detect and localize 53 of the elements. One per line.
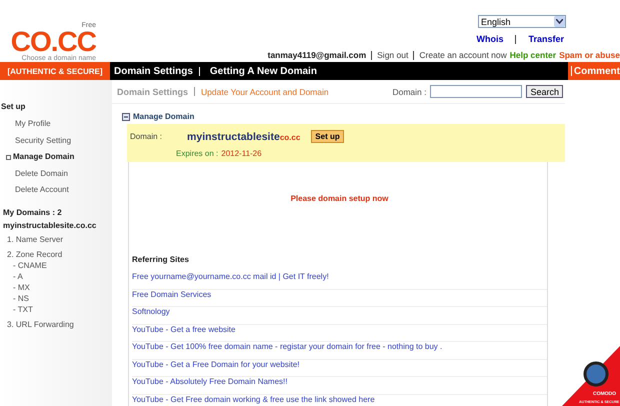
account-link[interactable]: Help center (510, 50, 556, 60)
tree-item[interactable]: 1. Name Server (0, 234, 112, 244)
comment-button[interactable]: Comment (568, 62, 620, 80)
sidebar-item[interactable]: Manage Domain (0, 152, 112, 168)
referring-link[interactable]: YouTube - Get a free website (132, 324, 547, 342)
referring-link[interactable]: Free yourname@yourname.co.cc mail id | Get IT freely! (132, 272, 547, 290)
account-link[interactable]: Sign out (377, 50, 408, 60)
user-email: tanmay4119@gmail.com (268, 50, 366, 60)
domains-count: My Domains : 2 (3, 208, 63, 216)
referring-link[interactable]: Softnology (132, 307, 547, 324)
domain-name: myinstructablesiteco.cc (187, 130, 300, 142)
bullet-icon (6, 155, 11, 160)
logo[interactable]: CO.CC (10, 29, 96, 55)
referring-link[interactable]: YouTube - Get a Free Domain for your website! (132, 360, 547, 377)
language-select[interactable]: English (478, 15, 566, 28)
setup-notice: Please domain setup now (290, 194, 388, 203)
account-link[interactable]: Create an account now (419, 50, 507, 60)
sidebar-item[interactable]: My Profile (0, 119, 112, 136)
tree-item[interactable]: 3. URL Forwarding (0, 318, 112, 330)
tree-item[interactable]: - MX (0, 282, 112, 292)
expires-date: 2012-11-26 (221, 149, 262, 158)
sidebar-heading: Set up (1, 102, 26, 111)
referring-link[interactable]: Free Domain Services (132, 290, 547, 307)
page-subtitle: Update Your Account and Domain (201, 86, 329, 96)
tree-item[interactable]: - CNAME (0, 260, 112, 270)
top-link[interactable]: Whois (476, 34, 504, 44)
account-link[interactable]: Spam or abuse (559, 50, 620, 60)
referring-link[interactable]: YouTube - Get 100% free domain name - registar your domain for free - nothing to buy . (132, 342, 547, 360)
sidebar-item[interactable]: Delete Account (0, 185, 112, 202)
setup-button[interactable]: Set up (311, 130, 344, 143)
secure-badge: [AUTHENTIC & SECURE] (0, 62, 110, 80)
page-title: Domain Settings (117, 86, 188, 96)
top-link[interactable]: Transfer (528, 34, 564, 44)
dropdown-arrow-icon (554, 16, 565, 27)
nav-link[interactable]: Getting A New Domain (210, 66, 317, 76)
tree-item[interactable]: 2. Zone Record (0, 248, 112, 260)
domain-title: myinstructablesite.co.cc (3, 220, 98, 230)
tree-item[interactable]: - A (0, 270, 112, 282)
referring-link[interactable]: YouTube - Absolutely Free Domain Names!! (132, 377, 547, 394)
domain-search-field[interactable] (430, 85, 522, 98)
tree-item[interactable]: - NS (0, 292, 112, 304)
tree-item[interactable]: - TXT (0, 304, 112, 314)
sidebar-item[interactable]: Delete Domain (0, 168, 112, 185)
section-title: Manage Domain (133, 112, 194, 121)
search-button[interactable]: Search (526, 85, 563, 98)
referring-link[interactable]: YouTube - Get Free domain working & free use the link showed here (132, 394, 547, 406)
nav-link[interactable]: Domain Settings (114, 66, 193, 76)
collapse-icon[interactable] (122, 112, 130, 120)
referring-title: Referring Sites (132, 255, 190, 266)
search-label: Domain : (392, 86, 426, 96)
sidebar-item[interactable]: Security Setting (0, 136, 112, 152)
expires-label: Expires on : (176, 149, 218, 158)
domain-label: Domain : (130, 132, 162, 141)
